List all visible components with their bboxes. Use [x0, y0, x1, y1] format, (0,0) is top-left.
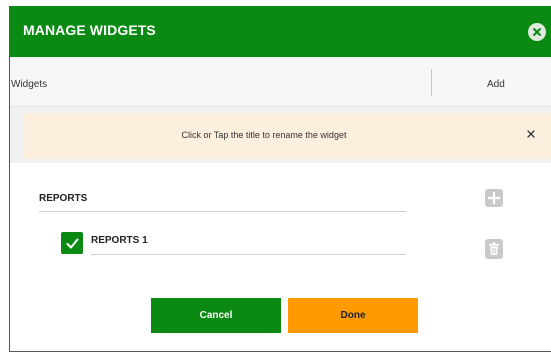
dismiss-banner-button[interactable] [523, 126, 539, 142]
widget-title-reports-1[interactable]: REPORTS 1 [91, 235, 148, 246]
plus-icon [488, 192, 500, 204]
close-circle-icon [533, 28, 541, 36]
cancel-button[interactable]: Cancel [151, 298, 281, 333]
add-widget-button[interactable] [485, 189, 503, 207]
widget-checkbox[interactable] [61, 232, 83, 254]
close-icon [527, 130, 535, 138]
modal-title: MANAGE WIDGETS [23, 22, 156, 38]
delete-widget-button[interactable] [485, 239, 503, 259]
column-header-bar: Widgets Add [10, 57, 551, 107]
add-column-label: Add [487, 79, 505, 90]
close-modal-button[interactable] [528, 23, 546, 41]
rename-hint-banner: Click or Tap the title to rename the wid… [24, 113, 551, 159]
section-title-reports[interactable]: REPORTS [39, 193, 87, 204]
widgets-column-label: Widgets [11, 79, 48, 90]
widget-title-underline [91, 254, 406, 255]
modal-header: MANAGE WIDGETS [10, 6, 551, 57]
section-underline [39, 211, 406, 212]
trash-icon [489, 242, 499, 255]
manage-widgets-modal: MANAGE WIDGETS Widgets Add Click or Tap … [9, 6, 551, 352]
banner-text: Click or Tap the title to rename the wid… [181, 130, 347, 140]
done-button[interactable]: Done [288, 298, 418, 333]
column-divider [431, 69, 432, 96]
checkmark-icon [66, 238, 78, 248]
